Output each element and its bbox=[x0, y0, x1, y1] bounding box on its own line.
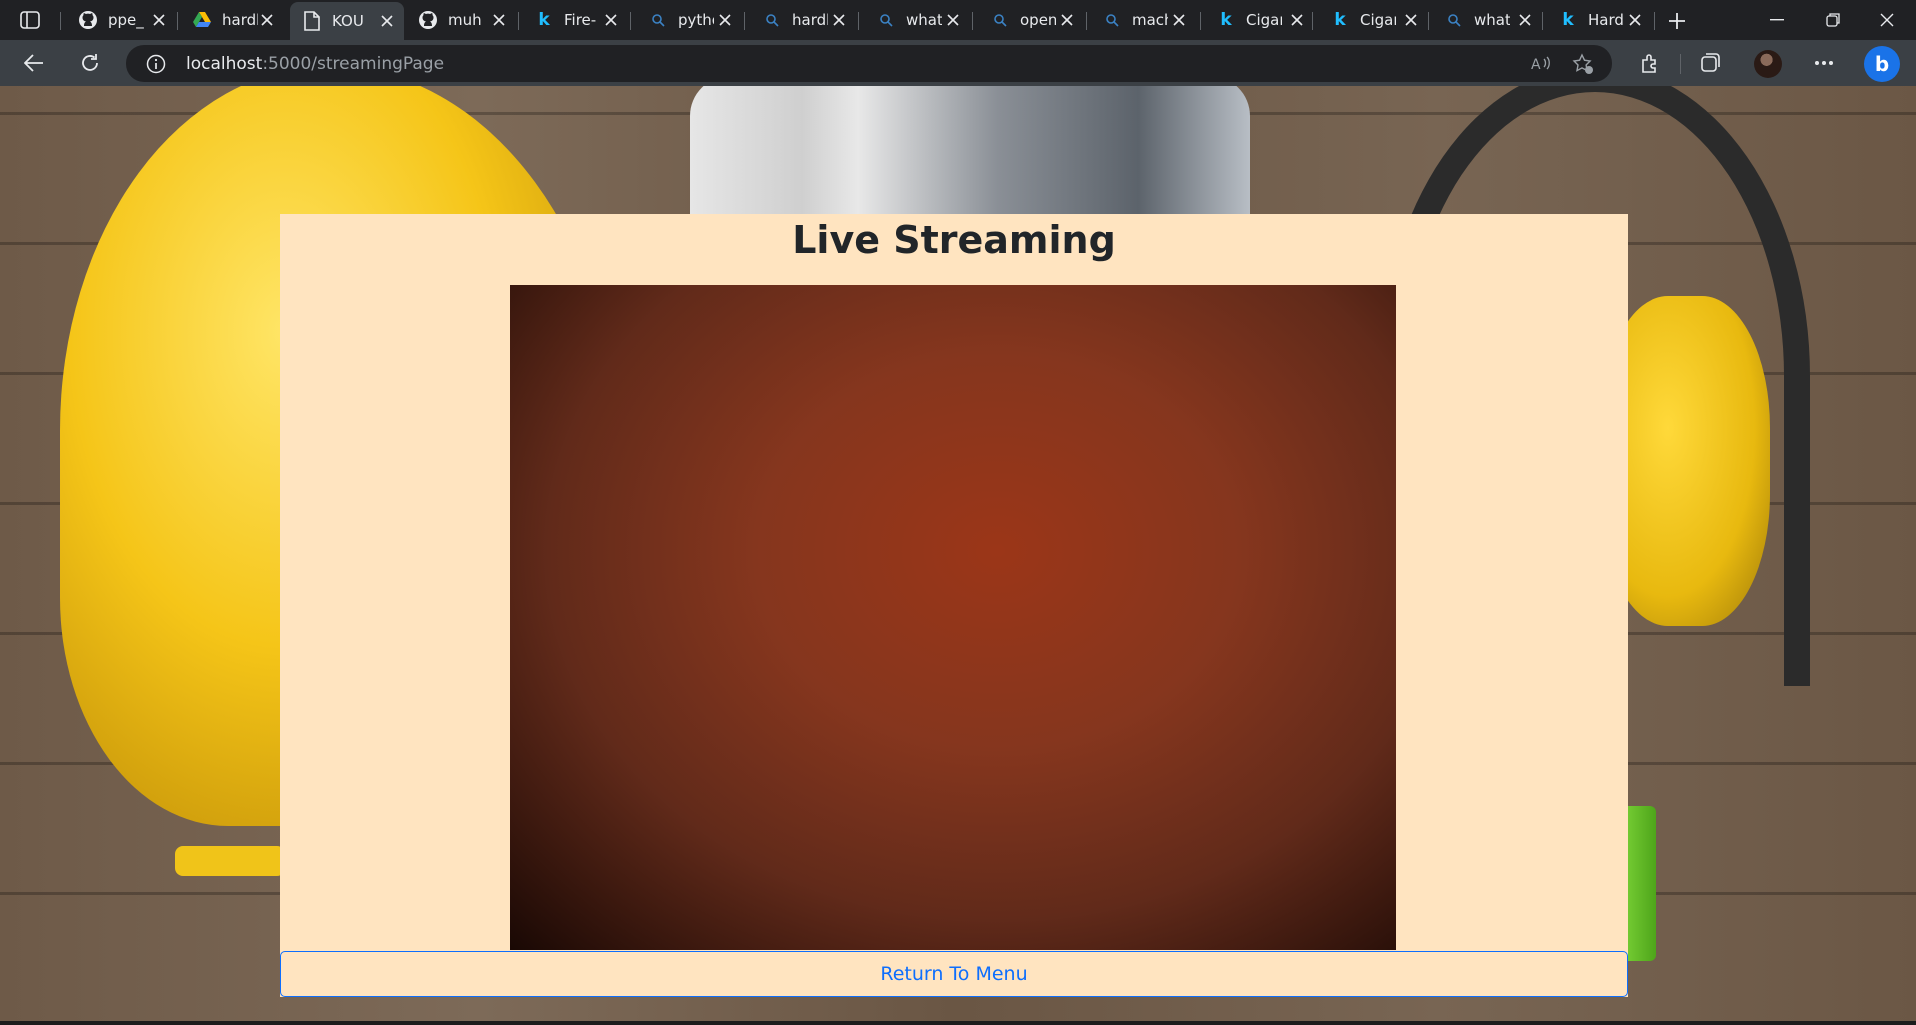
restore-icon[interactable] bbox=[1810, 6, 1856, 34]
extensions-icon[interactable] bbox=[1636, 49, 1664, 77]
kaggle-icon: k bbox=[1220, 10, 1232, 30]
tab-strip: ppe_ hardh KOU muh k Fire- pytho hardh bbox=[0, 0, 1916, 40]
tab-separator bbox=[1542, 12, 1543, 30]
tab-separator bbox=[1428, 12, 1429, 30]
favorite-star-icon[interactable] bbox=[1572, 53, 1594, 75]
close-tab-icon[interactable] bbox=[492, 13, 506, 27]
profile-avatar[interactable] bbox=[1754, 50, 1782, 78]
address-bar[interactable]: localhost:5000/streamingPage A bbox=[126, 45, 1612, 82]
tab-separator bbox=[518, 12, 519, 30]
tab-label: Fire- bbox=[564, 11, 597, 29]
tab-7[interactable]: what bbox=[864, 4, 970, 36]
close-tab-icon[interactable] bbox=[604, 13, 618, 27]
back-arrow-icon[interactable] bbox=[18, 47, 50, 79]
github-icon bbox=[78, 10, 98, 30]
streaming-panel: Live Streaming Return To Menu bbox=[280, 214, 1628, 997]
url-host: localhost bbox=[186, 54, 263, 74]
tab-3[interactable]: muh bbox=[406, 4, 516, 36]
tab-label: Cigar bbox=[1246, 11, 1282, 29]
close-tab-icon[interactable] bbox=[832, 13, 846, 27]
tab-label: mach bbox=[1132, 11, 1168, 29]
search-icon bbox=[876, 10, 896, 30]
tab-label: open bbox=[1020, 11, 1056, 29]
search-icon bbox=[1102, 10, 1122, 30]
search-icon bbox=[648, 10, 668, 30]
collections-icon[interactable] bbox=[1696, 49, 1724, 77]
tab-label: Cigar bbox=[1360, 11, 1396, 29]
page-icon bbox=[302, 11, 322, 31]
tab-label: pytho bbox=[678, 11, 714, 29]
tab-11[interactable]: k Cigar bbox=[1318, 4, 1428, 36]
tab-separator bbox=[630, 12, 631, 30]
tab-0[interactable]: ppe_ bbox=[66, 4, 176, 36]
tab-separator bbox=[177, 12, 178, 30]
github-icon bbox=[418, 10, 438, 30]
minimize-icon[interactable] bbox=[1754, 6, 1800, 34]
close-tab-icon[interactable] bbox=[1290, 13, 1304, 27]
tab-label: what bbox=[906, 11, 942, 29]
info-icon[interactable] bbox=[146, 54, 166, 74]
tab-separator bbox=[1654, 12, 1655, 30]
search-icon bbox=[762, 10, 782, 30]
tab-label: what bbox=[1474, 11, 1510, 29]
tab-6[interactable]: hardh bbox=[750, 4, 856, 36]
tab-label: hardh bbox=[792, 11, 828, 29]
url-path: :5000/streamingPage bbox=[262, 54, 445, 74]
close-window-icon[interactable] bbox=[1864, 6, 1910, 34]
tab-4[interactable]: k Fire- bbox=[522, 4, 628, 36]
bing-copilot-icon[interactable]: b bbox=[1864, 46, 1900, 82]
google-drive-icon bbox=[192, 10, 212, 30]
tab-separator bbox=[60, 12, 61, 30]
kaggle-icon: k bbox=[1334, 10, 1346, 30]
tab-separator bbox=[744, 12, 745, 30]
close-tab-icon[interactable] bbox=[1060, 13, 1074, 27]
page-title: Live Streaming bbox=[792, 218, 1116, 262]
tab-2-active[interactable]: KOU bbox=[290, 2, 404, 40]
tab-9[interactable]: mach bbox=[1090, 4, 1196, 36]
close-tab-icon[interactable] bbox=[1628, 13, 1642, 27]
toolbar-separator bbox=[1680, 54, 1681, 74]
kaggle-icon: k bbox=[538, 10, 550, 30]
tab-label: ppe_ bbox=[108, 11, 144, 29]
close-tab-icon[interactable] bbox=[1404, 13, 1418, 27]
tab-label: KOU bbox=[332, 12, 364, 30]
new-tab-plus-icon[interactable] bbox=[1664, 8, 1690, 34]
tab-separator bbox=[858, 12, 859, 30]
tab-separator bbox=[1200, 12, 1201, 30]
kaggle-icon: k bbox=[1562, 10, 1574, 30]
tab-12[interactable]: what bbox=[1432, 4, 1542, 36]
read-aloud-icon[interactable]: A bbox=[1530, 53, 1552, 75]
close-tab-icon[interactable] bbox=[152, 13, 166, 27]
refresh-icon[interactable] bbox=[74, 47, 106, 79]
tab-10[interactable]: k Cigar bbox=[1204, 4, 1314, 36]
browser-toolbar: localhost:5000/streamingPage A b bbox=[0, 40, 1916, 86]
tab-label: muh bbox=[448, 11, 482, 29]
search-icon bbox=[1444, 10, 1464, 30]
more-options-icon[interactable] bbox=[1810, 49, 1838, 77]
return-to-menu-button[interactable]: Return To Menu bbox=[280, 951, 1628, 997]
tab-separator bbox=[1312, 12, 1313, 30]
video-stream bbox=[510, 285, 1396, 950]
page-bottom-edge bbox=[0, 1021, 1916, 1025]
close-tab-icon[interactable] bbox=[946, 13, 960, 27]
tab-13[interactable]: k Hard bbox=[1546, 4, 1652, 36]
close-tab-icon[interactable] bbox=[260, 13, 274, 27]
tab-separator bbox=[1086, 12, 1087, 30]
search-icon bbox=[990, 10, 1010, 30]
tab-8[interactable]: open bbox=[978, 4, 1084, 36]
url-text[interactable]: localhost:5000/streamingPage bbox=[186, 54, 444, 74]
tab-5[interactable]: pytho bbox=[636, 4, 742, 36]
close-tab-icon[interactable] bbox=[380, 14, 394, 28]
svg-text:A: A bbox=[1531, 57, 1541, 73]
close-tab-icon[interactable] bbox=[1518, 13, 1532, 27]
sidebar-toggle-icon[interactable] bbox=[14, 8, 46, 32]
tab-label: hardh bbox=[222, 11, 258, 29]
goggles-background-image bbox=[175, 846, 285, 876]
close-tab-icon[interactable] bbox=[1172, 13, 1186, 27]
tab-label: Hard bbox=[1588, 11, 1624, 29]
tab-1[interactable]: hardh bbox=[180, 4, 284, 36]
tab-separator bbox=[972, 12, 973, 30]
page-viewport: Live Streaming Return To Menu bbox=[0, 86, 1916, 1025]
close-tab-icon[interactable] bbox=[718, 13, 732, 27]
